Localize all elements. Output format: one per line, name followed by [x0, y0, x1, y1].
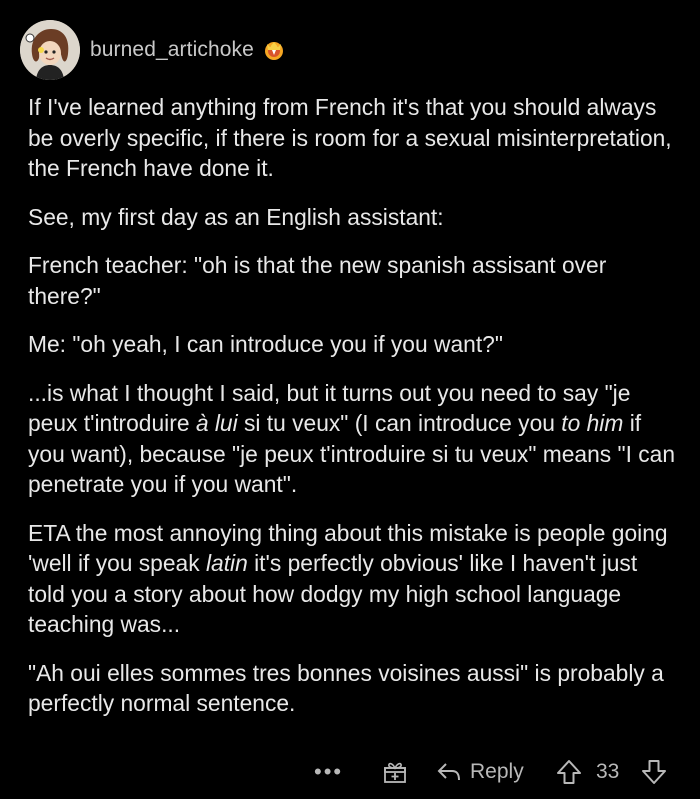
paragraph-2: See, my first day as an English assistan…: [28, 203, 444, 230]
upvote-icon: [557, 760, 581, 784]
paragraph-5-italic-a-lui: à lui: [195, 410, 238, 436]
award-icon[interactable]: [262, 38, 286, 62]
more-button[interactable]: •••: [314, 752, 343, 792]
paragraph-3: French teacher: "oh is that the new span…: [28, 252, 607, 309]
paragraph-5: ...is what I thought I said, but it turn…: [28, 378, 678, 500]
gift-icon: [384, 762, 406, 783]
reply-button[interactable]: Reply: [436, 752, 524, 792]
paragraph-5-part-c: si tu veux" (I can introduce you: [237, 410, 562, 436]
avatar-icon: [20, 20, 80, 80]
comment: burned_artichoke If I've learned anythin…: [0, 0, 700, 799]
reply-icon: [437, 763, 460, 781]
comment-actions: ••• Reply 33: [0, 752, 700, 792]
vote-score: 33: [596, 760, 620, 783]
reply-label: Reply: [470, 760, 524, 783]
give-award-button[interactable]: [382, 752, 408, 792]
paragraph-4: Me: "oh yeah, I can introduce you if you…: [28, 331, 503, 357]
paragraph-1: If I've learned anything from French it'…: [28, 94, 672, 181]
more-icon: •••: [314, 759, 344, 784]
comment-body: If I've learned anything from French it'…: [28, 92, 678, 737]
paragraph-7: "Ah oui elles sommes tres bonnes voisine…: [28, 659, 664, 717]
downvote-button[interactable]: [640, 752, 668, 792]
downvote-icon: [642, 760, 666, 784]
paragraph-6: ETA the most annoying thing about this m…: [28, 518, 678, 640]
comment-header: burned_artichoke: [20, 20, 286, 80]
upvote-button[interactable]: [555, 752, 583, 792]
username[interactable]: burned_artichoke: [90, 38, 254, 62]
paragraph-6-italic-latin: latin: [205, 550, 248, 576]
avatar[interactable]: [20, 20, 80, 80]
paragraph-5-italic-to-him: to him: [561, 410, 624, 436]
